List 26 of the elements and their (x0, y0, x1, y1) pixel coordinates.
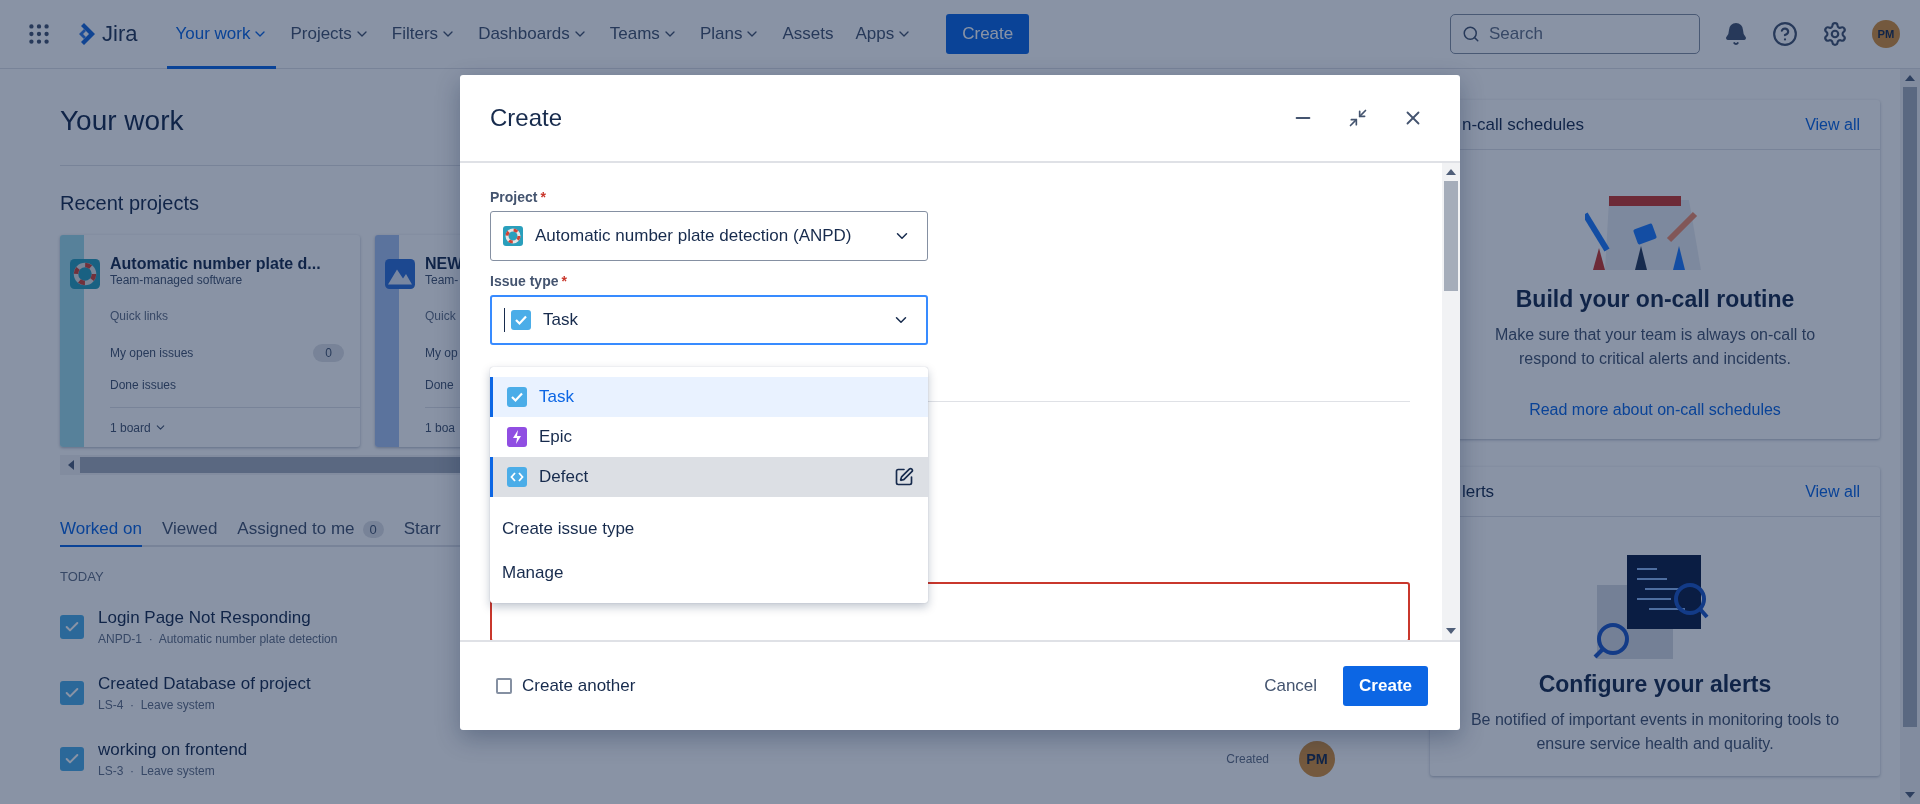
card-text: Be notified of important events in monitoring tools to ensure service health and quality. (1469, 710, 1841, 754)
quick-links-label: Quick links (110, 309, 168, 323)
count-badge: 0 (362, 520, 384, 538)
dialog-title: Create (490, 104, 564, 132)
card-heading: Configure your alerts (1538, 671, 1772, 698)
activity-label: Created (1226, 752, 1269, 766)
project-type: Team-managed software (110, 273, 243, 287)
count-badge: 0 (313, 344, 344, 362)
card-title: n-call schedules (1462, 114, 1584, 135)
field-label: Project (490, 189, 538, 205)
project-type: Team- (425, 273, 459, 287)
issue-meta: ANPD-1 · Automatic number plate detection (98, 632, 339, 646)
required-mark: * (540, 189, 546, 205)
issue-meta: LS-4 · Leave system (98, 698, 216, 712)
section-heading: Recent projects (60, 192, 199, 215)
quick-links-label: Quick (425, 309, 456, 323)
card-title: lerts (1462, 481, 1495, 502)
app-name: Jira (102, 21, 138, 47)
user-avatar: PM (1299, 741, 1335, 777)
card-text: Make sure that your team is always on-call to respond to critical alerts and incidents. (1493, 325, 1817, 369)
required-mark: * (561, 273, 567, 289)
card-heading: Build your on-call routine (1515, 286, 1795, 313)
field-label: Issue type (490, 273, 559, 289)
issue-meta: LS-3 · Leave system (98, 764, 216, 778)
checkbox-label: Create another (522, 676, 636, 696)
group-label: TODAY (60, 569, 104, 584)
